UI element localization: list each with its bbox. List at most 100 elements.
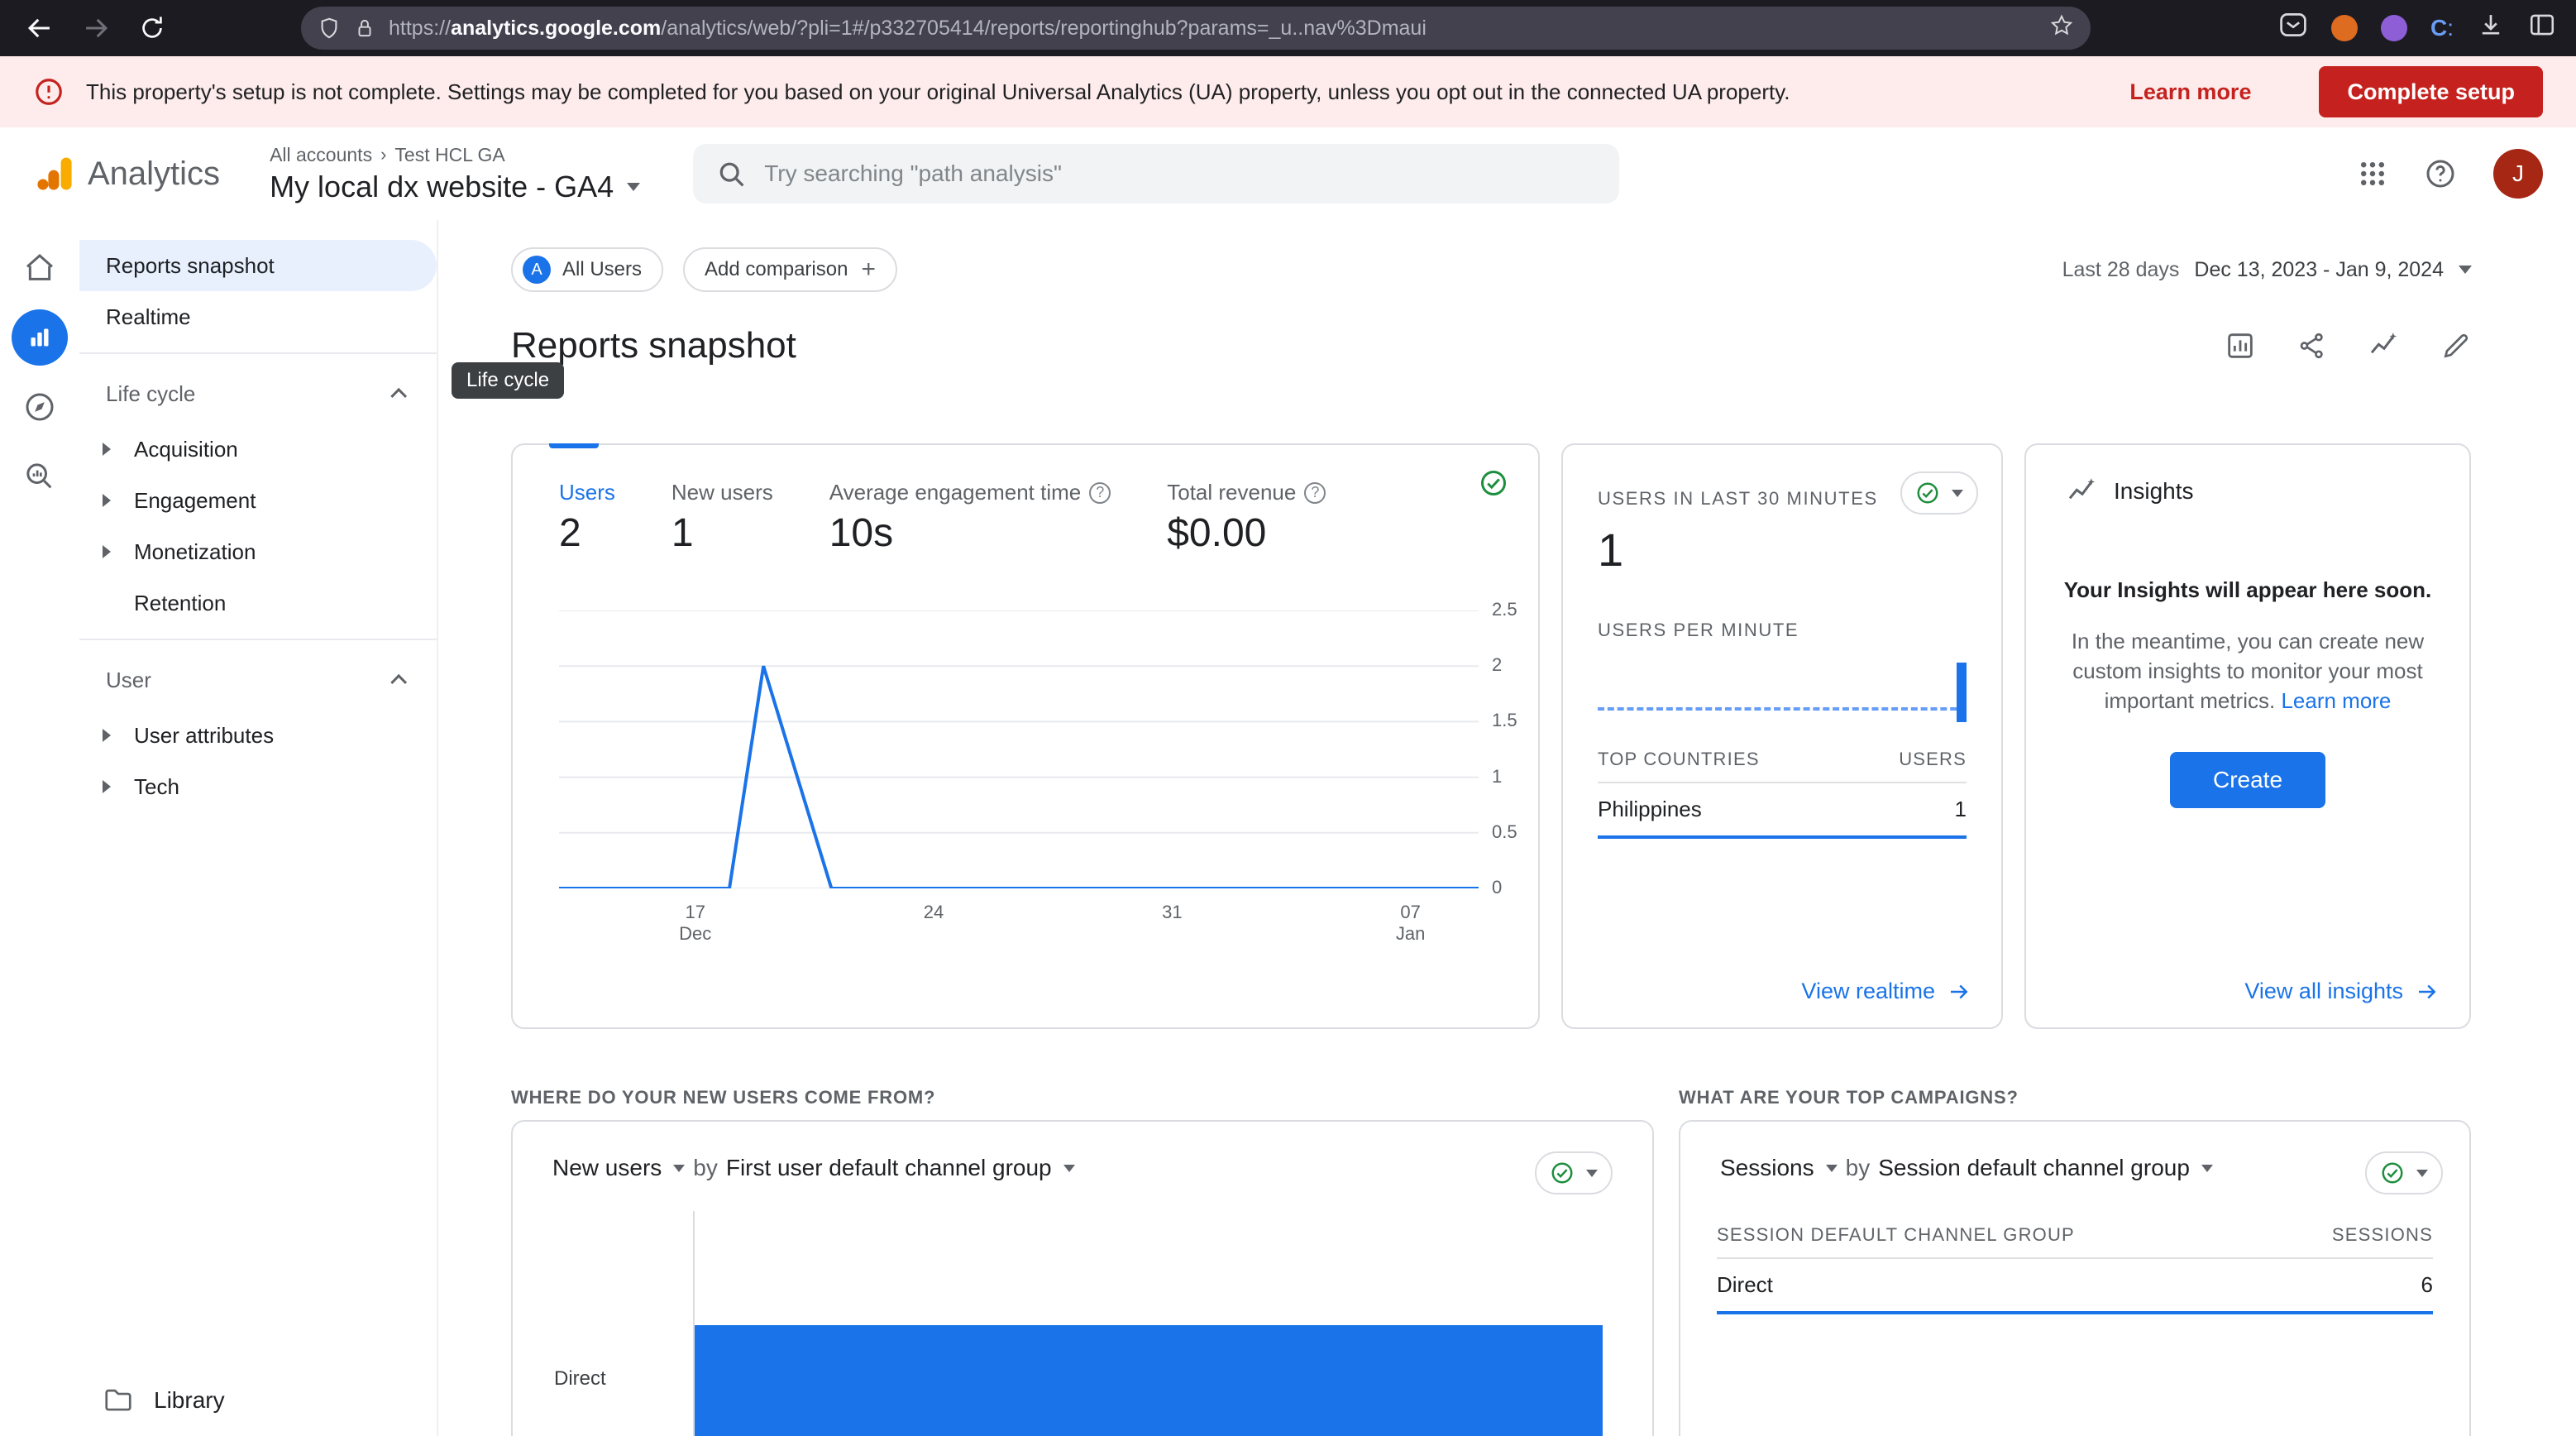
- sidebar-item-user-attributes[interactable]: User attributes: [79, 710, 437, 761]
- y-axis-tick: 1: [1492, 766, 1541, 787]
- breadcrumb-account[interactable]: All accounts: [270, 144, 372, 166]
- search-input[interactable]: [764, 160, 1596, 187]
- metric-selector[interactable]: New users: [552, 1155, 662, 1181]
- sidebar-item-engagement[interactable]: Engagement: [79, 475, 437, 526]
- sidebar-item-label: Engagement: [134, 488, 256, 514]
- metric-selector[interactable]: Sessions: [1720, 1155, 1814, 1181]
- sidebar-section-life-cycle[interactable]: Life cycle: [79, 364, 437, 424]
- browser-reload-button[interactable]: [132, 8, 172, 48]
- campaigns-card-title[interactable]: Sessions by Session default channel grou…: [1680, 1122, 2469, 1181]
- arrow-right-icon: [2415, 979, 2440, 1004]
- country-cell: Philippines: [1598, 797, 1702, 822]
- add-comparison-chip[interactable]: Add comparison +: [683, 247, 897, 292]
- comparison-toolbar: A All Users Add comparison + Last 28 day…: [511, 245, 2472, 294]
- share-report-icon[interactable]: [2296, 330, 2328, 361]
- metric-value: 1: [671, 510, 773, 556]
- dimension-selector[interactable]: Session default channel group: [1878, 1155, 2190, 1181]
- pocket-extension-icon[interactable]: [2278, 10, 2308, 46]
- card-data-quality-dropdown[interactable]: [1535, 1151, 1613, 1194]
- extension-purple-icon[interactable]: [2381, 15, 2407, 41]
- sidebar-item-retention[interactable]: Retention: [79, 577, 437, 629]
- chevron-down-icon: [1826, 1165, 1838, 1172]
- create-insight-button[interactable]: Create: [2170, 752, 2325, 808]
- banner-message: This property's setup is not complete. S…: [86, 79, 1790, 105]
- metric-avg-engagement-time[interactable]: Average engagement time? 10s: [829, 480, 1111, 556]
- title-connector: by: [1846, 1155, 1871, 1181]
- y-axis-tick: 1.5: [1492, 710, 1541, 731]
- analytics-logo[interactable]: Analytics: [33, 152, 220, 195]
- sessions-cell: 6: [2421, 1272, 2433, 1298]
- card-data-quality-dropdown[interactable]: [2365, 1151, 2443, 1194]
- property-selector[interactable]: All accounts › Test HCL GA My local dx w…: [270, 144, 640, 204]
- url-bar[interactable]: https://analytics.google.com/analytics/w…: [301, 7, 2091, 50]
- folder-icon: [103, 1385, 134, 1416]
- lifecycle-tooltip: Life cycle: [452, 362, 564, 399]
- realtime-card: USERS IN LAST 30 MINUTES 1 USERS PER MIN…: [1561, 443, 2003, 1029]
- complete-setup-button[interactable]: Complete setup: [2319, 66, 2543, 117]
- customize-report-icon[interactable]: [2224, 329, 2257, 362]
- dimension-selector[interactable]: First user default channel group: [726, 1155, 1052, 1181]
- view-all-insights-link[interactable]: View all insights: [2244, 979, 2440, 1004]
- expand-arrow-icon: [103, 494, 111, 507]
- sidebar-item-reports-snapshot[interactable]: Reports snapshot: [79, 240, 437, 291]
- explore-icon: [23, 390, 56, 424]
- metric-total-revenue[interactable]: Total revenue? $0.00: [1167, 480, 1326, 556]
- extension-avatar-icon[interactable]: [2331, 15, 2358, 41]
- sidebar-item-tech[interactable]: Tech: [79, 761, 437, 812]
- data-quality-icon[interactable]: [1479, 468, 1508, 498]
- sidebar-item-label: Tech: [134, 774, 179, 800]
- url-text: https://analytics.google.com/analytics/w…: [389, 17, 1427, 41]
- setup-warning-banner: This property's setup is not complete. S…: [0, 56, 2576, 127]
- sidebar-toggle-icon[interactable]: [2528, 11, 2556, 45]
- extension-c-icon[interactable]: C:: [2430, 15, 2454, 41]
- insights-icon[interactable]: [2368, 329, 2401, 362]
- banner-learn-more-link[interactable]: Learn more: [2129, 79, 2251, 105]
- rail-item-home[interactable]: [12, 240, 68, 296]
- metric-users[interactable]: Users 2: [559, 480, 615, 556]
- date-range-picker[interactable]: Last 28 days Dec 13, 2023 - Jan 9, 2024: [2062, 258, 2472, 282]
- bookmark-star-icon[interactable]: [2049, 13, 2074, 44]
- browser-toolbar-icons: C:: [2278, 10, 2556, 46]
- table-row: Direct 6: [1717, 1259, 2433, 1314]
- breadcrumb-property[interactable]: Test HCL GA: [394, 144, 504, 166]
- rail-item-advertising[interactable]: [12, 448, 68, 505]
- all-users-chip[interactable]: A All Users: [511, 247, 663, 292]
- y-axis-tick: 0: [1492, 877, 1541, 898]
- user-avatar[interactable]: J: [2493, 149, 2543, 199]
- metric-column-header: SESSIONS: [2332, 1224, 2433, 1246]
- rail-item-reports[interactable]: [12, 309, 68, 366]
- help-icon[interactable]: [2424, 157, 2457, 190]
- browser-back-button[interactable]: [20, 8, 60, 48]
- arrow-right-icon: [1947, 979, 1971, 1004]
- y-axis-tick: 2.5: [1492, 599, 1541, 620]
- downloads-icon[interactable]: [2477, 11, 2505, 45]
- expand-arrow-icon: [103, 443, 111, 456]
- help-tooltip-icon[interactable]: ?: [1304, 482, 1326, 504]
- help-tooltip-icon[interactable]: ?: [1089, 482, 1111, 504]
- insights-card: Insights Your Insights will appear here …: [2024, 443, 2471, 1029]
- sidebar-item-acquisition[interactable]: Acquisition: [79, 424, 437, 475]
- realtime-data-quality-dropdown[interactable]: [1900, 471, 1978, 515]
- x-axis-tick: 24: [901, 902, 967, 923]
- browser-forward-button[interactable]: [76, 8, 116, 48]
- search-bar[interactable]: [693, 144, 1619, 203]
- metric-new-users[interactable]: New users 1: [671, 480, 773, 556]
- insights-learn-more-link[interactable]: Learn more: [2281, 688, 2391, 713]
- section-label: Life cycle: [106, 381, 195, 407]
- sidebar-item-label: Acquisition: [134, 437, 238, 462]
- rail-item-explore[interactable]: [12, 379, 68, 435]
- sidebar-item-realtime[interactable]: Realtime: [79, 291, 437, 342]
- nav-rail: [0, 220, 79, 1436]
- library-button[interactable]: Library: [103, 1385, 225, 1416]
- new-users-card-title[interactable]: New users by First user default channel …: [513, 1122, 1652, 1181]
- check-circle-icon: [1915, 481, 1940, 505]
- sidebar-item-monetization[interactable]: Monetization: [79, 526, 437, 577]
- sidebar-section-user[interactable]: User: [79, 650, 437, 710]
- url-path: /analytics/web/?pli=1#/p332705414/report…: [661, 17, 1427, 41]
- edit-report-icon[interactable]: [2440, 330, 2472, 361]
- top-countries-table: TOP COUNTRIES USERS Philippines 1: [1598, 749, 1967, 839]
- view-realtime-link[interactable]: View realtime: [1801, 979, 1971, 1004]
- tracking-shield-icon: [318, 17, 341, 40]
- report-actions: [2224, 329, 2472, 362]
- apps-grid-icon[interactable]: [2358, 159, 2387, 189]
